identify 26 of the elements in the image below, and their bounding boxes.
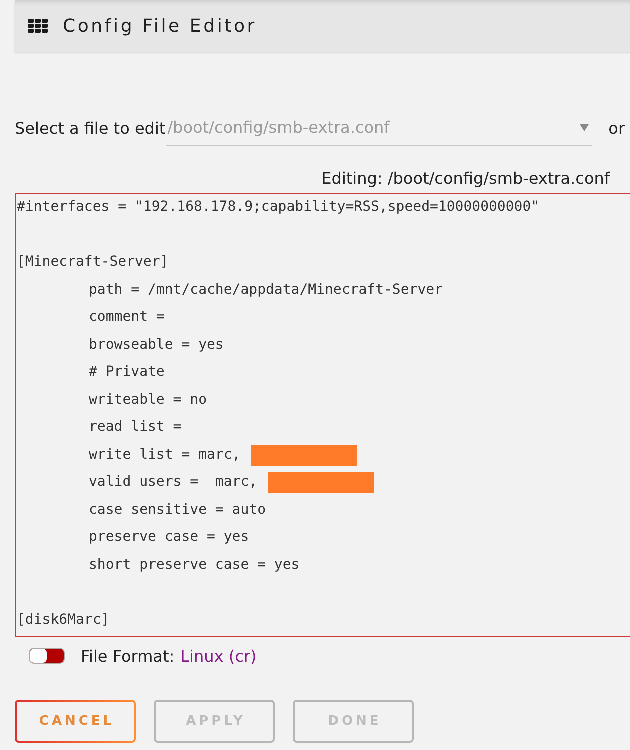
code-line: browseable = yes	[89, 336, 224, 354]
code-line: [disk6Marc]	[17, 610, 110, 630]
code-line: #interfaces = "192.168.178.9;capability=RSS,speed=10000000000"	[17, 198, 540, 217]
code-line: # Private	[89, 363, 165, 382]
code-line: comment =	[89, 308, 165, 327]
page-title: Config File Editor	[63, 16, 257, 36]
code-line: writeable = no	[89, 390, 208, 410]
code-line: preserve case = yes	[89, 528, 250, 547]
code-line: case sensitive = auto	[89, 500, 266, 520]
code-line: write list = marc,	[89, 446, 241, 464]
file-select-dropdown[interactable]: /boot/config/smb-extra.conf	[166, 110, 592, 146]
code-line: path = /mnt/cache/appdata/Minecraft-Server	[89, 280, 444, 300]
file-format-label: File Format:	[81, 646, 175, 666]
file-format-value: Linux (cr)	[180, 646, 257, 666]
grid-menu-icon[interactable]	[28, 19, 48, 33]
toggle-switch[interactable]	[29, 648, 65, 664]
action-button[interactable]: CANCEL	[15, 700, 136, 743]
editing-caption: Editing: /boot/config/smb-extra.conf	[320, 168, 612, 190]
code-line: short preserve case = yes	[89, 556, 300, 574]
caret-icon	[580, 124, 589, 132]
code-line: read list =	[89, 418, 182, 437]
or-text: or	[608, 118, 626, 140]
file-select-label: Select a file to edit	[15, 118, 166, 140]
code-editor[interactable]	[15, 193, 630, 637]
code-line: [Minecraft-Server]	[17, 253, 169, 272]
code-line: valid users = marc,	[89, 473, 258, 492]
